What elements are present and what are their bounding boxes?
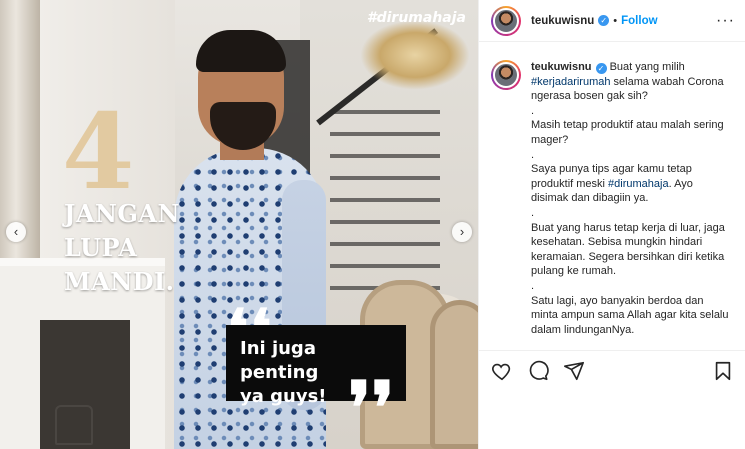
carousel-prev-button[interactable]: ‹ [6,222,26,242]
chevron-right-icon: › [459,224,465,239]
avatar-image [493,7,519,34]
instagram-post: #dirumahaja 4 JANGAN LUPA MANDI. ❛❛ Ini … [0,0,745,449]
caption-line: Buat yang harus tetap kerja di luar, jag… [531,221,725,278]
chandelier [360,20,470,90]
post-image[interactable]: #dirumahaja 4 JANGAN LUPA MANDI. ❛❛ Ini … [0,0,478,449]
caption-avatar[interactable] [491,60,521,90]
bookmark-icon [715,361,731,380]
caption-dot: . [531,206,535,219]
caption: teukuwisnu ✓ Buat yang milih #kerjadariru… [491,60,739,350]
close-quote-icon: ❜❜ [348,365,395,449]
lantern [55,405,93,445]
caption-intro-start: Buat yang milih [609,61,685,73]
comment-button[interactable] [527,360,549,382]
save-button[interactable] [712,360,734,382]
action-bar [479,350,745,390]
separator-dot: • [613,14,618,27]
username[interactable]: teukuwisnu [531,15,594,27]
tip-headline: JANGAN LUPA MANDI. [64,199,180,296]
avatar-image [493,62,519,88]
avatar[interactable] [491,5,521,36]
caption-line: Satu lagi, ayo banyakin berdoa dan minta… [531,294,729,336]
like-button[interactable] [491,360,513,382]
caption-dot: . [531,104,535,117]
share-icon [564,361,584,380]
hair [196,30,286,72]
verified-badge-icon: ✓ [598,15,610,26]
verified-badge-icon: ✓ [595,63,607,74]
carousel-next-button[interactable]: › [452,222,472,242]
post-header: teukuwisnu ✓ • Follow ··· [479,0,745,42]
share-button[interactable] [563,360,585,382]
chevron-left-icon: ‹ [13,224,19,239]
caption-username[interactable]: teukuwisnu [531,61,592,73]
follow-button[interactable]: Follow [621,15,657,27]
post-panel: teukuwisnu ✓ • Follow ··· teukuwisnu ✓ Bu… [478,0,745,449]
hashtag-link[interactable]: #kerjadarirumah [531,76,610,88]
caption-dot: . [531,148,535,161]
chair [430,300,478,449]
media-hashtag: #dirumahaja [366,10,466,26]
tip-number: 4 [62,90,135,213]
caption-text: teukuwisnu ✓ Buat yang milih #kerjadariru… [531,60,731,350]
comment-icon [529,360,549,380]
heart-icon [492,363,511,380]
hashtag-link[interactable]: #dirumahaja [608,178,669,190]
caption-dot: . [531,279,535,292]
more-options-icon[interactable]: ··· [716,12,735,30]
caption-line: Masih tetap produktif atau malah sering … [531,119,724,146]
